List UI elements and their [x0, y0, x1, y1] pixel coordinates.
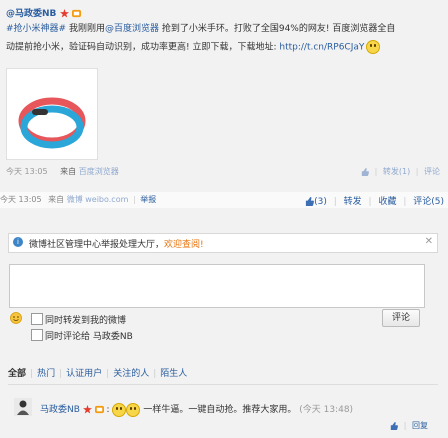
repost-repost-link[interactable]: 转发(1): [383, 167, 410, 176]
repost-text-line-2: 动提前抢小米，验证码自动识别，成功率更高! 立即下载，下载地址: http://…: [6, 40, 381, 55]
laugh-emoticon-icon: [112, 402, 127, 417]
vip-badge-icon: [94, 405, 104, 414]
comment-colon: :: [106, 405, 110, 415]
also-comment-label[interactable]: 同时评论给 马政委NB: [45, 329, 133, 342]
report-link[interactable]: 举报: [140, 195, 156, 204]
tab-all[interactable]: 全部: [8, 369, 26, 379]
repost-time[interactable]: 今天 13:05: [6, 167, 48, 176]
info-icon: i: [13, 237, 23, 247]
repost-text-b: 抢到了小米手环。打败了全国94%的网友! 百度浏览器全自: [158, 24, 396, 34]
repost-comment-link[interactable]: 评论: [424, 167, 440, 176]
comment-like-icon[interactable]: [390, 421, 399, 430]
star-badge-icon: [82, 405, 92, 414]
repost-text-line-1: #抢小米神器# 我刚刚用@百度浏览器 抢到了小米手环。打败了全国94%的网友! …: [6, 22, 395, 36]
repost-source-link[interactable]: 百度浏览器: [79, 167, 119, 176]
divider-1: |: [374, 167, 378, 176]
vip-badge-icon: [71, 9, 81, 18]
divider-6: |: [403, 197, 407, 207]
notice-text: 微博社区管理中心举报处理大厅，欢迎查阅!: [29, 237, 204, 250]
repost-block: @马政委NB #抢小米神器# 我刚刚用@百度浏览器 抢到了小米手环。打败了全国9…: [0, 0, 448, 182]
status-from-label: 来自: [48, 195, 65, 204]
like-count-link[interactable]: (3): [314, 197, 327, 207]
notice-banner: i 微博社区管理中心举报处理大厅，欢迎查阅! ✕: [8, 233, 438, 253]
tab-sep: |: [59, 369, 63, 379]
star-badge-icon: [59, 9, 69, 18]
comment-filter-tabs: 全部 | 热门 | 认证用户 | 关注的人 | 陌生人: [8, 366, 187, 379]
repost-text-a: 我刚刚用: [66, 24, 105, 34]
tab-sep: |: [153, 369, 157, 379]
also-repost-label[interactable]: 同时转发到我的微博: [45, 313, 126, 326]
tab-verified[interactable]: 认证用户: [66, 369, 102, 379]
download-url-link[interactable]: http://t.cn/RP6CJaY: [279, 43, 364, 53]
product-thumbnail[interactable]: [6, 68, 98, 160]
thumbs-up-icon[interactable]: [361, 167, 369, 176]
repost-author[interactable]: @马政委NB: [6, 6, 81, 19]
submit-comment-button[interactable]: 评论: [382, 309, 420, 327]
favorite-link[interactable]: 收藏: [378, 197, 396, 207]
hashtag-link[interactable]: #抢小米神器#: [6, 24, 66, 34]
tab-sep: |: [106, 369, 110, 379]
avatar[interactable]: [14, 398, 32, 416]
tab-hot[interactable]: 热门: [37, 369, 55, 379]
comment-row: 马政委NB : 一样牛逼。一键自动抢。推荐大家用。 (今天 13:48): [40, 402, 353, 417]
also-comment-checkbox[interactable]: [31, 329, 43, 341]
comment-actions: | 回复: [390, 420, 428, 431]
status-bar: 今天 13:05 来自 微博 weibo.com | 举报 (3) | 转发 |…: [0, 192, 448, 208]
comment-count-link[interactable]: 评论(5): [413, 197, 444, 207]
notice-link[interactable]: 欢迎查阅!: [164, 240, 204, 250]
tabs-divider: [8, 384, 438, 385]
reply-link[interactable]: 回复: [412, 421, 428, 430]
comment-time: (今天 13:48): [299, 405, 354, 415]
status-actions: (3) | 转发 | 收藏 | 评论(5): [305, 194, 444, 207]
divider-4: |: [333, 197, 337, 207]
repost-from-label: 来自: [60, 167, 77, 176]
grin-emoticon-icon: [366, 40, 381, 54]
divider-5: |: [368, 197, 372, 207]
repost-link[interactable]: 转发: [344, 197, 362, 207]
wristband-image: [18, 97, 86, 149]
repost-text-c: 动提前抢小米，验证码自动识别，成功率更高! 立即下载，下载地址:: [6, 42, 280, 53]
divider-7: |: [403, 421, 407, 430]
mention-link[interactable]: @百度浏览器: [105, 24, 159, 34]
divider-3: |: [132, 195, 136, 204]
tab-sep: |: [30, 369, 34, 379]
divider-2: |: [415, 167, 419, 176]
repost-author-name[interactable]: @马政委NB: [6, 9, 56, 19]
repost-meta: 今天 13:05 来自 百度浏览器: [6, 166, 119, 177]
close-icon[interactable]: ✕: [425, 236, 433, 247]
tab-strangers[interactable]: 陌生人: [160, 369, 187, 379]
repost-actions: | 转发(1) | 评论: [361, 166, 440, 177]
status-meta: 今天 13:05 来自 微博 weibo.com | 举报: [0, 194, 156, 205]
status-source-link[interactable]: 微博 weibo.com: [67, 195, 129, 204]
also-repost-checkbox[interactable]: [31, 313, 43, 325]
comment-text: 一样牛逼。一键自动抢。推荐大家用。: [143, 405, 297, 415]
notice-message: 微博社区管理中心举报处理大厅，: [29, 240, 165, 250]
comment-author-link[interactable]: 马政委NB: [40, 405, 80, 415]
tab-following[interactable]: 关注的人: [113, 369, 149, 379]
status-time[interactable]: 今天 13:05: [0, 195, 42, 204]
laugh-emoticon-icon: [126, 402, 141, 417]
like-thumbs-up-icon[interactable]: [305, 197, 314, 206]
emoji-picker-icon[interactable]: [10, 312, 22, 324]
comment-textarea[interactable]: [9, 264, 425, 308]
